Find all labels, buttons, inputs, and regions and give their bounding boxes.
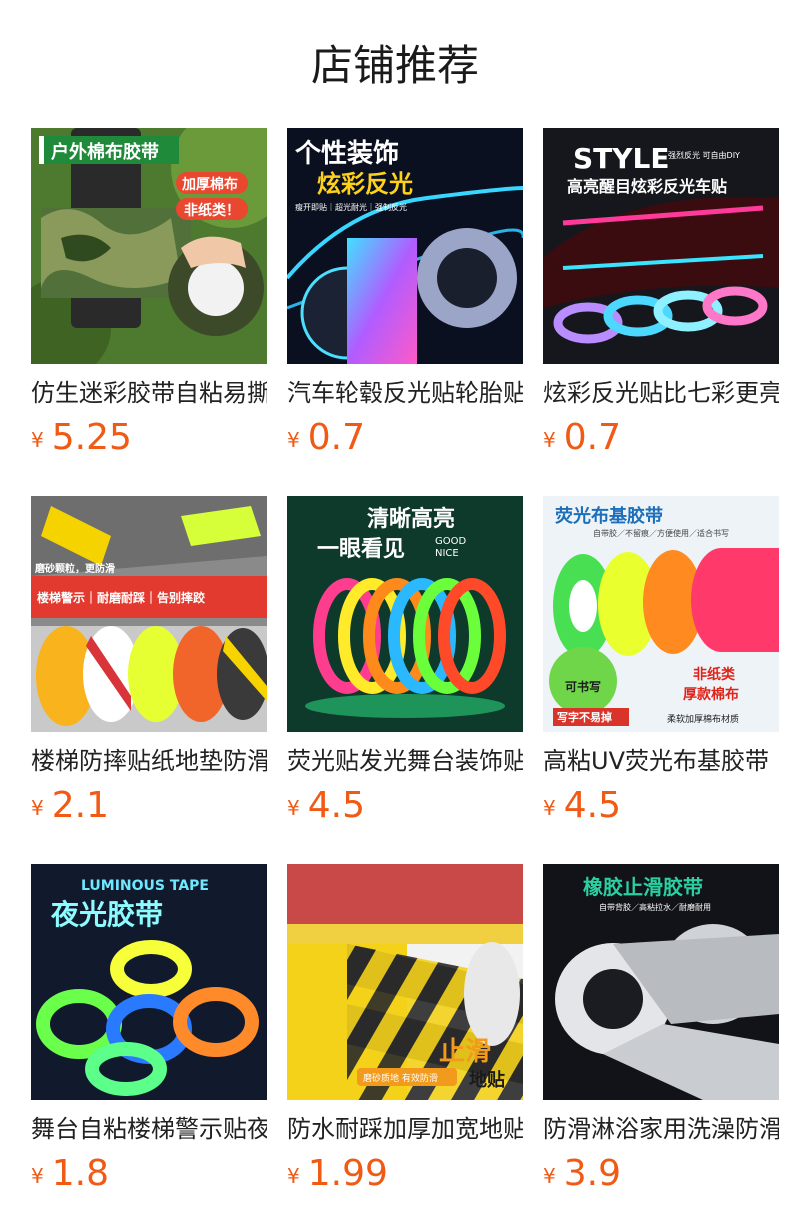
product-price: ¥0.7 <box>543 416 779 460</box>
currency-symbol: ¥ <box>287 428 300 452</box>
image-text: 楼梯警示｜耐磨耐踩｜告别摔跤 <box>37 590 205 605</box>
image-text: 一眼看见 <box>317 537 405 562</box>
product-image-floor-warning-tape[interactable]: 止滑 地贴 磨砂质地 有效防滑 <box>287 864 523 1100</box>
product-image-stair-anti-slip[interactable]: 磨砂颗粒，更防滑 楼梯警示｜耐磨耐踩｜告别摔跤 <box>31 496 267 732</box>
product-card[interactable]: LUMINOUS TAPE 夜光胶带 舞台自粘楼梯警示贴夜 ¥1.8 <box>31 864 267 1204</box>
image-text: GOOD <box>435 536 466 547</box>
product-image-rubber-anti-slip-tape[interactable]: 橡胶止滑胶带 自带背胶／高粘拉水／耐磨耐用 <box>543 864 779 1100</box>
product-price: ¥0.7 <box>287 416 523 460</box>
image-text: 高亮醒目炫彩反光车贴 <box>567 177 727 196</box>
price-value: 4.5 <box>307 785 365 826</box>
image-text: 磨砂颗粒，更防滑 <box>34 562 115 575</box>
currency-symbol: ¥ <box>287 796 300 820</box>
image-text: 荧光布基胶带 <box>555 505 663 527</box>
currency-symbol: ¥ <box>543 796 556 820</box>
product-name[interactable]: 防水耐踩加厚加宽地贴 <box>287 1112 523 1146</box>
product-price: ¥4.5 <box>543 784 779 828</box>
product-price: ¥5.25 <box>31 416 267 460</box>
product-card[interactable]: 止滑 地贴 磨砂质地 有效防滑 防水耐踩加厚加宽地贴 ¥1.99 <box>287 864 523 1204</box>
product-name[interactable]: 舞台自粘楼梯警示贴夜 <box>31 1112 267 1146</box>
price-value: 5.25 <box>51 417 132 458</box>
image-text: 炫彩反光 <box>317 170 413 198</box>
image-text: 个性装饰 <box>295 139 399 169</box>
image-text: NICE <box>435 548 459 559</box>
image-text: 清晰高亮 <box>367 506 455 532</box>
image-text: 柔软加厚棉布材质 <box>667 713 739 725</box>
product-name[interactable]: 汽车轮毂反光贴轮胎贴 <box>287 376 523 410</box>
currency-symbol: ¥ <box>31 796 44 820</box>
price-value: 0.7 <box>307 417 365 458</box>
price-value: 4.5 <box>563 785 621 826</box>
product-price: ¥2.1 <box>31 784 267 828</box>
product-name[interactable]: 仿生迷彩胶带自粘易撕 <box>31 376 267 410</box>
product-price: ¥3.9 <box>543 1152 779 1196</box>
product-price: ¥4.5 <box>287 784 523 828</box>
product-image-wheel-reflective-sticker[interactable]: 个性装饰 炫彩反光 瘦开即贴｜超光耐光｜强制反光 <box>287 128 523 364</box>
currency-symbol: ¥ <box>31 428 44 452</box>
currency-symbol: ¥ <box>287 1164 300 1188</box>
price-value: 2.1 <box>51 785 109 826</box>
price-value: 3.9 <box>563 1153 621 1194</box>
image-text: LUMINOUS TAPE <box>81 878 209 894</box>
product-name[interactable]: 防滑淋浴家用洗澡防滑 <box>543 1112 779 1146</box>
product-image-colorful-car-sticker[interactable]: STYLE 强烈反光 可自由DIY 高亮醒目炫彩反光车贴 <box>543 128 779 364</box>
page-title: 店铺推荐 <box>310 41 479 90</box>
image-text: 非纸类 <box>693 666 736 683</box>
image-text: 瘦开即贴｜超光耐光｜强制反光 <box>295 202 407 212</box>
product-image-uv-cloth-tape[interactable]: 荧光布基胶带 自带胶／不留痕／方便使用／适合书写 可书写 写字不易掉 非纸类 厚… <box>543 496 779 732</box>
currency-symbol: ¥ <box>543 1164 556 1188</box>
currency-symbol: ¥ <box>31 1164 44 1188</box>
image-text: 户外棉布胶带 <box>51 141 159 163</box>
product-card[interactable]: 个性装饰 炫彩反光 瘦开即贴｜超光耐光｜强制反光 汽车轮毂反光贴轮胎贴 ¥0.7 <box>287 128 523 468</box>
product-card[interactable]: STYLE 强烈反光 可自由DIY 高亮醒目炫彩反光车贴 炫彩反光贴比七彩更亮 … <box>543 128 779 468</box>
image-text: 磨砂质地 有效防滑 <box>363 1072 438 1084</box>
product-image-camouflage-tape[interactable]: 户外棉布胶带 加厚棉布 非纸类！ <box>31 128 267 364</box>
product-name[interactable]: 炫彩反光贴比七彩更亮 <box>543 376 779 410</box>
product-price: ¥1.99 <box>287 1152 523 1196</box>
image-text: 非纸类！ <box>184 202 240 219</box>
product-image-fluorescent-tape[interactable]: 清晰高亮 一眼看见 GOOD NICE <box>287 496 523 732</box>
product-image-luminous-tape[interactable]: LUMINOUS TAPE 夜光胶带 <box>31 864 267 1100</box>
image-text: 自带胶／不留痕／方便使用／适合书写 <box>593 528 729 538</box>
product-price: ¥1.8 <box>31 1152 267 1196</box>
image-text: 强烈反光 可自由DIY <box>668 150 740 160</box>
product-card[interactable]: 荧光布基胶带 自带胶／不留痕／方便使用／适合书写 可书写 写字不易掉 非纸类 厚… <box>543 496 779 836</box>
image-text: 止滑 <box>439 1037 491 1067</box>
product-name[interactable]: 楼梯防摔贴纸地垫防滑 <box>31 744 267 778</box>
price-value: 1.99 <box>307 1153 388 1194</box>
product-card[interactable]: 清晰高亮 一眼看见 GOOD NICE 荧光贴发光舞台装饰贴 ¥4.5 <box>287 496 523 836</box>
product-name[interactable]: 高粘UV荧光布基胶带 <box>543 744 779 778</box>
image-text: STYLE <box>573 142 670 175</box>
price-value: 1.8 <box>51 1153 109 1194</box>
image-text: 可书写 <box>565 679 601 694</box>
image-text: 厚款棉布 <box>683 686 739 703</box>
image-text: 写字不易掉 <box>557 710 612 724</box>
product-card[interactable]: 橡胶止滑胶带 自带背胶／高粘拉水／耐磨耐用 防滑淋浴家用洗澡防滑 ¥3.9 <box>543 864 779 1204</box>
image-text: 夜光胶带 <box>50 898 163 931</box>
product-card[interactable]: 户外棉布胶带 加厚棉布 非纸类！ 仿生迷彩胶带自粘易撕 ¥5.25 <box>31 128 267 468</box>
image-text: 橡胶止滑胶带 <box>583 875 703 899</box>
product-name[interactable]: 荧光贴发光舞台装饰贴 <box>287 744 523 778</box>
image-text: 地贴 <box>469 1069 505 1091</box>
currency-symbol: ¥ <box>543 428 556 452</box>
product-card[interactable]: 磨砂颗粒，更防滑 楼梯警示｜耐磨耐踩｜告别摔跤 楼梯防摔贴纸地垫防滑 ¥2.1 <box>31 496 267 836</box>
price-value: 0.7 <box>563 417 621 458</box>
image-text: 自带背胶／高粘拉水／耐磨耐用 <box>599 902 711 912</box>
image-text: 加厚棉布 <box>181 176 238 193</box>
